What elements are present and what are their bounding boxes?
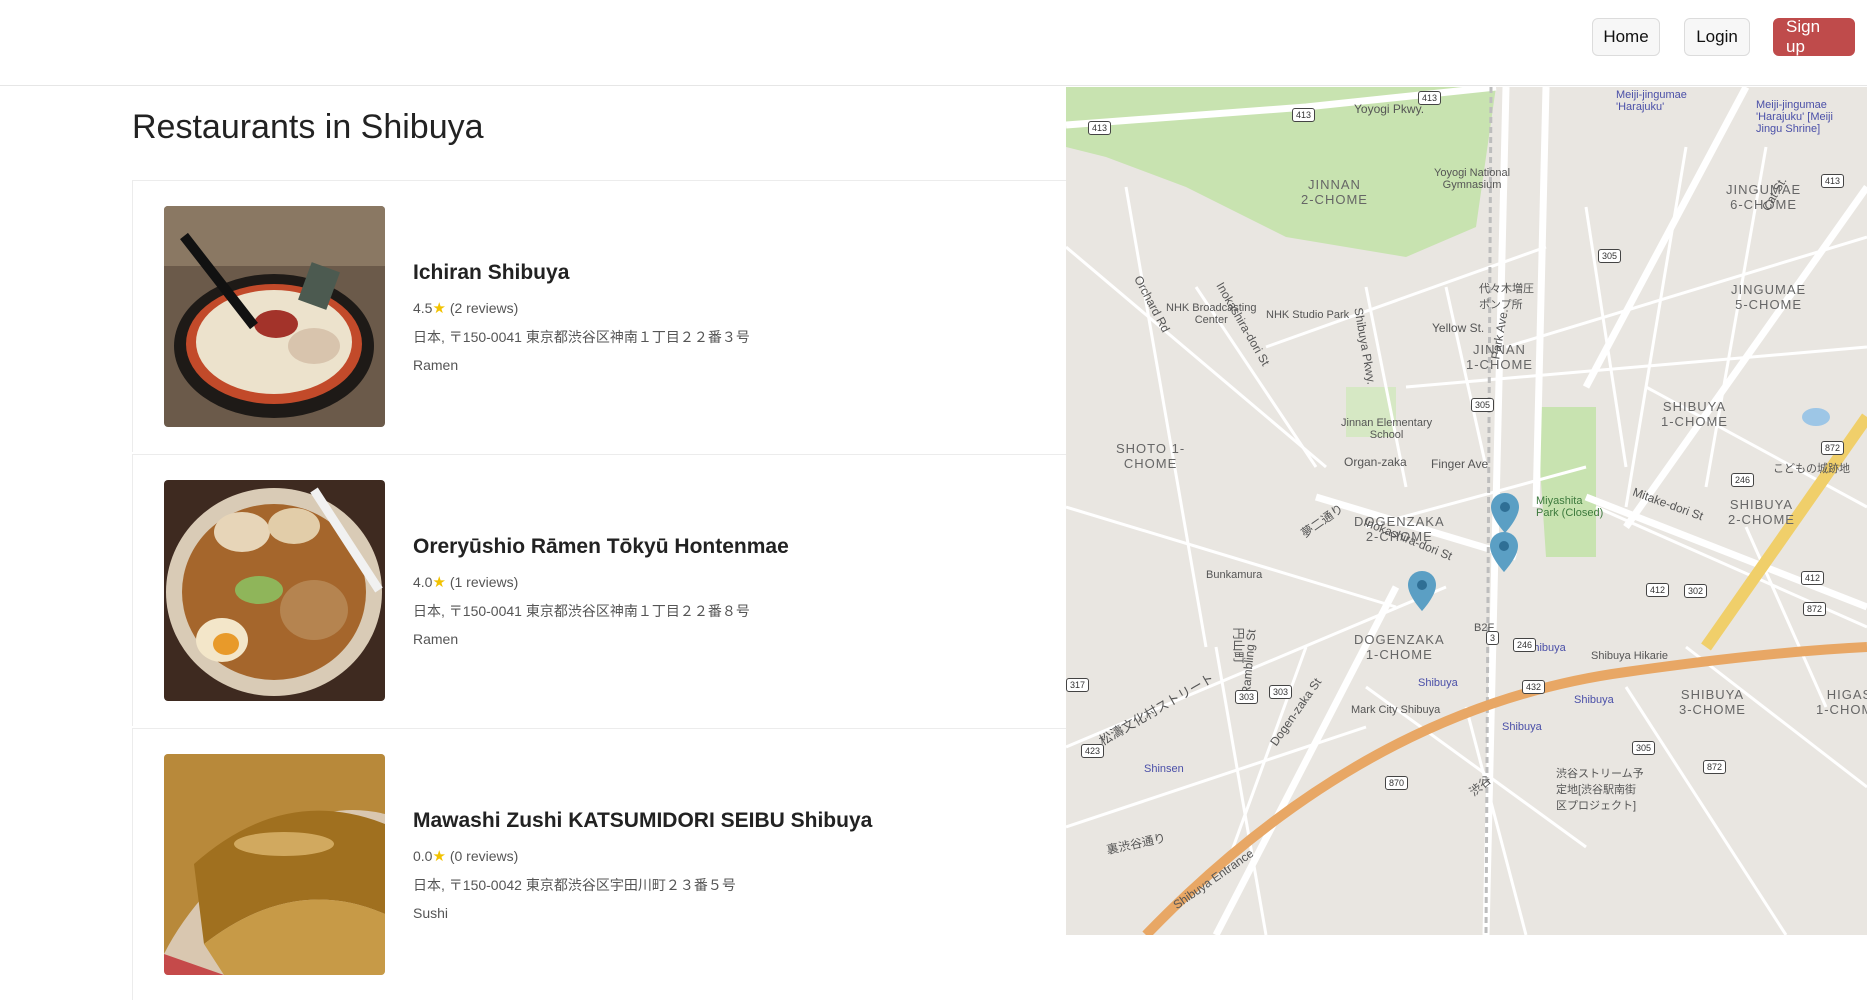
route-shield: 3 [1486,631,1500,645]
route-shield: 413 [1418,91,1442,105]
place-jinnan-school: Jinnan Elementary School [1341,417,1433,441]
place-nhk: NHK Broadcasting Center [1166,302,1257,326]
street-yellow-st: Yellow St. [1432,321,1485,335]
route-shield: 305 [1598,249,1622,263]
route-shield: 303 [1235,690,1259,704]
station-shibuya: Shibuya [1574,694,1614,706]
restaurant-address: 日本, 〒150-0042 東京都渋谷区宇田川町２３番５号 [413,877,736,893]
route-shield: 412 [1646,583,1670,597]
area-label-jingumae5: JINGUMAE 5-CHOME [1731,282,1807,312]
place-yoyogi-pump: 代々木増圧 ポンプ所 [1479,283,1534,311]
place-kodomo: こどもの城跡地 [1773,463,1850,475]
street-yoyogi-pkwy: Yoyogi Pkwy. [1354,102,1425,116]
place-stream: 渋谷ストリーム予 定地[渋谷駅南街 区プロジェクト] [1556,768,1644,812]
route-shield: 246 [1731,473,1755,487]
area-label-dogenzaka1: DOGENZAKA 1-CHOME [1354,632,1445,662]
restaurant-name[interactable]: Mawashi Zushi KATSUMIDORI SEIBU Shibuya [413,809,872,833]
restaurant-card[interactable]: Mawashi Zushi KATSUMIDORI SEIBU Shibuya … [132,728,1066,1000]
route-shield: 872 [1803,602,1827,616]
review-count: (0 reviews) [449,848,519,864]
restaurant-category: Sushi [413,905,449,921]
restaurant-category: Ramen [413,631,459,647]
route-shield: 413 [1088,121,1112,135]
ramen-bowl-image[interactable] [164,206,385,427]
restaurant-rating: 4.5★ (2 reviews) [413,299,750,318]
top-navigation-bar: Home Login Sign up [0,0,1867,86]
restaurant-card[interactable]: Ichiran Shibuya 4.5★ (2 reviews) 日本, 〒15… [132,180,1066,452]
route-shield: 423 [1081,744,1105,758]
map-view[interactable]: JINNAN 2-CHOME JINGUMAE 6-CHOME JINGUMAE… [1066,87,1867,935]
restaurant-name[interactable]: Oreryūshio Rāmen Tōkyū Hontenmae [413,535,789,559]
restaurant-name[interactable]: Ichiran Shibuya [413,261,750,285]
street-organ-zaka: Organ-zaka [1344,455,1407,469]
route-shield: 872 [1703,760,1727,774]
ramen-bowl-image[interactable] [164,480,385,701]
restaurant-list: Ichiran Shibuya 4.5★ (2 reviews) 日本, 〒15… [132,180,1066,1000]
sushi-image[interactable] [164,754,385,975]
station-shibuya: Shibuya [1418,677,1458,689]
map-pin-icon[interactable] [1490,532,1518,572]
rating-value: 4.5 [413,300,433,316]
area-label-shibuya2: SHIBUYA 2-CHOME [1728,497,1795,527]
route-shield: 302 [1684,584,1708,598]
street-finger-ave: Finger Ave [1431,457,1489,471]
place-shibuya-hikarie: Shibuya Hikarie [1591,650,1669,662]
restaurant-card[interactable]: Oreryūshio Rāmen Tōkyū Hontenmae 4.0★ (1… [132,454,1066,726]
signup-button[interactable]: Sign up [1773,17,1855,56]
review-count: (1 reviews) [449,574,519,590]
place-meiji-right: Meiji-jingumae 'Harajuku' [Meiji Jingu S… [1756,99,1833,135]
restaurant-rating: 4.0★ (1 reviews) [413,573,789,592]
place-mark-city: Mark City Shibuya [1351,704,1441,716]
area-label-shibuya3: SHIBUYA 3-CHOME [1679,687,1746,717]
route-shield: 870 [1385,776,1409,790]
route-shield: 432 [1522,680,1546,694]
area-label-higas: HIGAS 1-CHOME [1816,687,1867,717]
place-bunkamura: Bunkamura [1206,569,1263,581]
route-shield: 305 [1471,398,1495,412]
area-label-jinnan2: JINNAN 2-CHOME [1301,177,1368,207]
restaurant-address: 日本, 〒150-0041 東京都渋谷区神南１丁目２２番３号 [413,329,750,345]
star-icon: ★ [432,300,446,317]
place-nhk-studio-park: NHK Studio Park [1266,309,1350,321]
map-pin-icon[interactable] [1491,493,1519,533]
route-shield: 246 [1513,638,1537,652]
restaurant-address: 日本, 〒150-0041 東京都渋谷区神南１丁目２２番８号 [413,603,750,619]
page-title: Restaurants in Shibuya [132,108,484,146]
route-shield: 413 [1821,174,1845,188]
restaurant-category: Ramen [413,357,459,373]
area-label-shoto1: SHOTO 1- CHOME [1116,441,1186,471]
rating-value: 4.0 [413,574,433,590]
route-shield: 305 [1632,741,1656,755]
rating-value: 0.0 [413,848,433,864]
area-label-shibuya1: SHIBUYA 1-CHOME [1661,399,1728,429]
route-shield: 872 [1821,441,1845,455]
route-shield: 412 [1801,571,1825,585]
place-miyashita-park: Miyashita Park (Closed) [1536,495,1604,519]
review-count: (2 reviews) [449,300,519,316]
route-shield: 317 [1066,678,1090,692]
street-maruyama: 円山町 [1231,627,1246,664]
home-button[interactable]: Home [1592,18,1660,56]
star-icon: ★ [432,574,446,591]
star-icon: ★ [432,848,446,865]
route-shield: 413 [1292,108,1316,122]
place-meiji-top: Meiji-jingumae 'Harajuku' [1616,89,1687,113]
map-pin-icon[interactable] [1408,571,1436,611]
station-shinsen: Shinsen [1144,763,1184,775]
station-shibuya: Shibuya [1502,721,1542,733]
restaurant-rating: 0.0★ (0 reviews) [413,847,872,866]
login-button[interactable]: Login [1684,18,1750,56]
place-gymnasium: Yoyogi National Gymnasium [1434,167,1511,191]
route-shield: 303 [1269,685,1293,699]
